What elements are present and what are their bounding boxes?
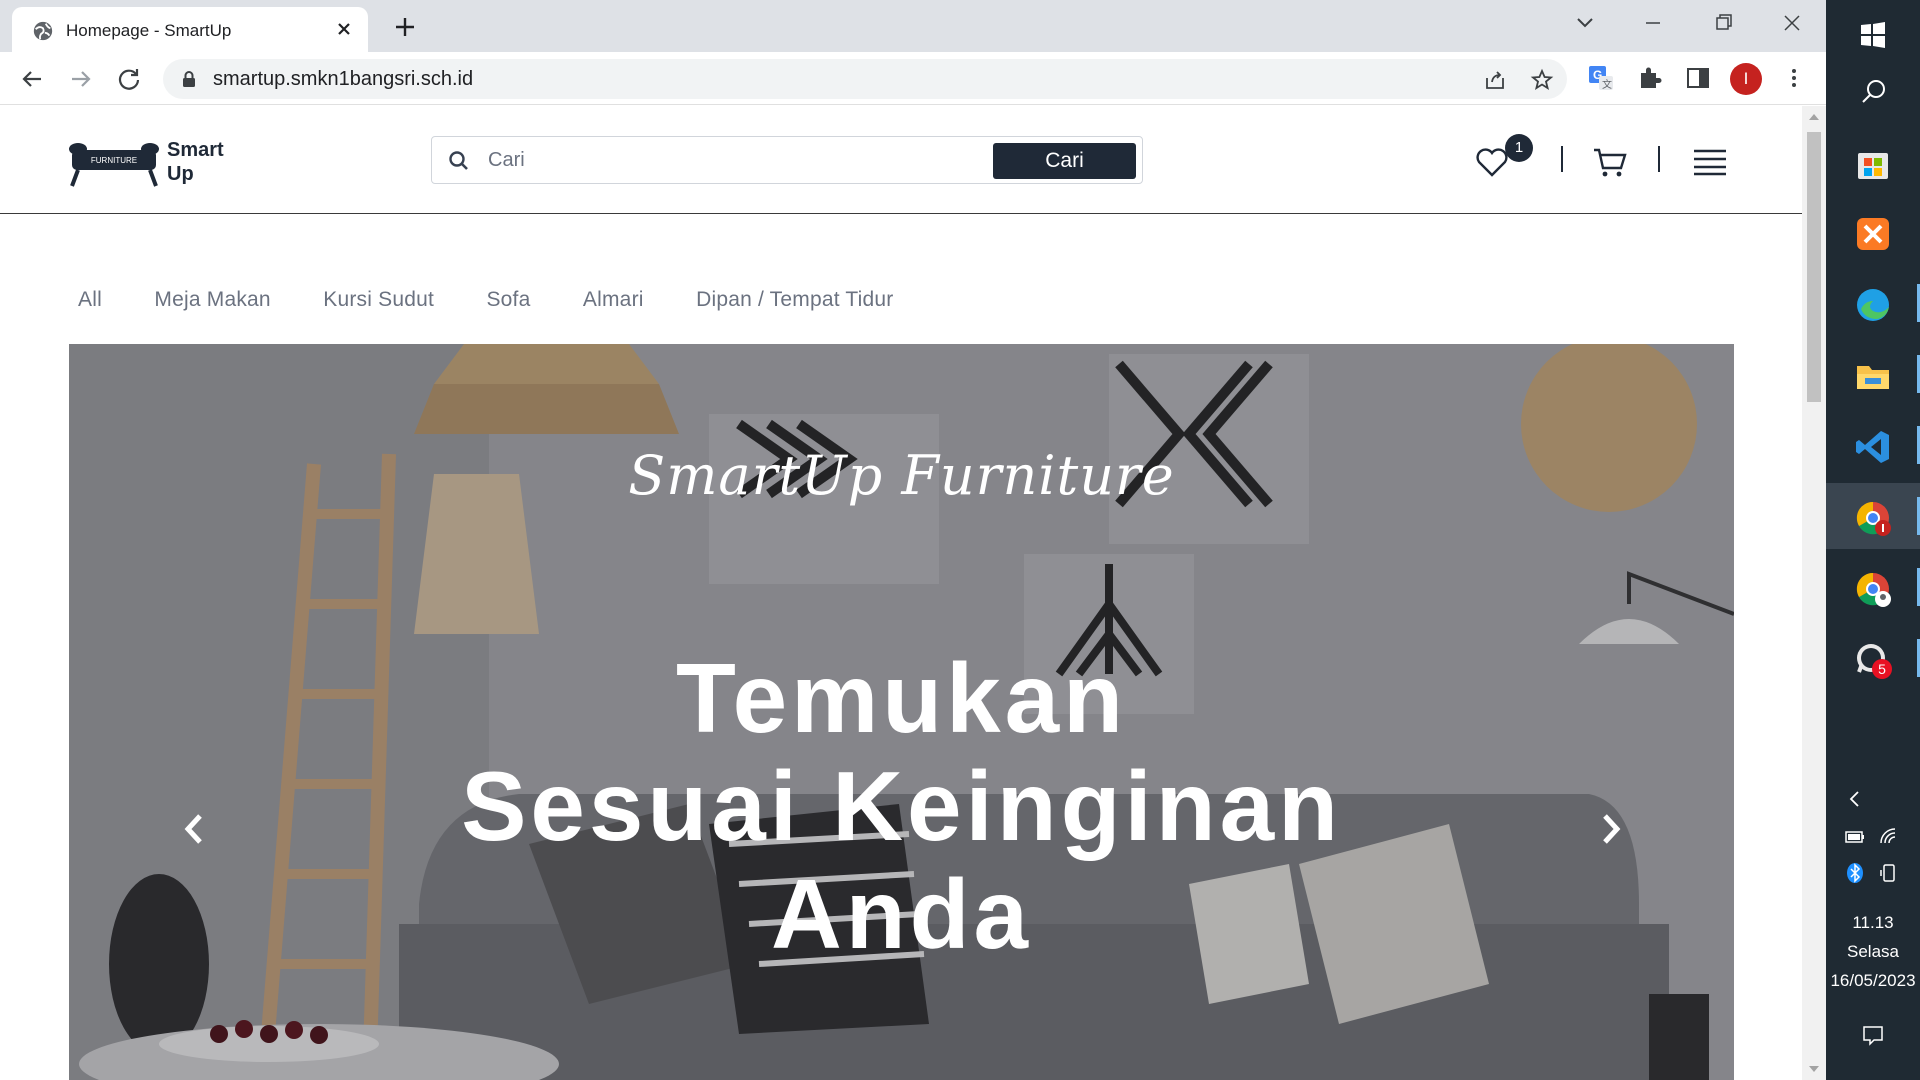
minimize-icon[interactable] bbox=[1636, 8, 1670, 38]
category-almari[interactable]: Almari bbox=[583, 288, 644, 312]
taskbar-whatsapp[interactable]: 5 bbox=[1826, 625, 1920, 691]
wifi-icon[interactable] bbox=[1878, 826, 1900, 848]
logo-badge-text: FURNITURE bbox=[91, 156, 137, 165]
clock-time: 11.13 bbox=[1852, 913, 1894, 932]
taskbar-ms-store[interactable] bbox=[1826, 128, 1920, 194]
taskbar-edge[interactable] bbox=[1826, 270, 1920, 336]
search-icon bbox=[1862, 80, 1885, 103]
header-divider bbox=[1658, 146, 1660, 172]
notification-center-icon[interactable] bbox=[1862, 1024, 1884, 1046]
bluetooth-icon[interactable] bbox=[1844, 862, 1866, 884]
hero-title: Temukan Sesuai Keinginan Anda bbox=[69, 644, 1734, 968]
site-header: FURNITURE Smart Up Cari 1 bbox=[0, 106, 1802, 214]
vscode-icon bbox=[1856, 431, 1889, 463]
furniture-logo-icon: FURNITURE bbox=[69, 143, 159, 187]
profile-avatar[interactable]: I bbox=[1730, 63, 1762, 95]
hero-carousel: SmartUp Furniture Temukan Sesuai Keingin… bbox=[69, 344, 1734, 1080]
tab-strip: Homepage - SmartUp bbox=[0, 0, 1826, 52]
taskbar-search[interactable] bbox=[1826, 57, 1920, 123]
browser-toolbar: smartup.smkn1bangsri.sch.id G文 I bbox=[0, 52, 1826, 105]
edge-icon bbox=[1857, 289, 1889, 321]
back-icon[interactable] bbox=[16, 63, 48, 95]
scrollbar-thumb[interactable] bbox=[1807, 132, 1821, 402]
restore-icon[interactable] bbox=[1706, 8, 1740, 38]
close-tab-icon[interactable] bbox=[332, 17, 356, 41]
tab-homepage[interactable]: Homepage - SmartUp bbox=[12, 7, 368, 52]
side-panel-icon[interactable] bbox=[1684, 64, 1712, 92]
address-bar[interactable]: smartup.smkn1bangsri.sch.id bbox=[163, 59, 1567, 99]
globe-icon bbox=[33, 21, 53, 41]
category-dipan[interactable]: Dipan / Tempat Tidur bbox=[696, 288, 893, 312]
hero-title-line: Anda bbox=[771, 859, 1032, 969]
url-text[interactable]: smartup.smkn1bangsri.sch.id bbox=[213, 68, 473, 91]
carousel-next-icon[interactable] bbox=[1591, 804, 1631, 854]
heart-icon bbox=[1476, 148, 1508, 177]
forward-icon[interactable] bbox=[65, 63, 97, 95]
category-all[interactable]: All bbox=[78, 288, 102, 312]
google-translate-icon[interactable]: G文 bbox=[1587, 64, 1615, 92]
scroll-up-icon[interactable] bbox=[1809, 114, 1819, 120]
wishlist-count-badge: 1 bbox=[1505, 134, 1533, 162]
taskbar-xampp[interactable] bbox=[1826, 199, 1920, 265]
hero-title-line: Temukan bbox=[676, 643, 1127, 753]
cart-icon[interactable] bbox=[1592, 146, 1628, 178]
chrome-icon bbox=[1856, 572, 1891, 607]
search-input[interactable] bbox=[488, 145, 908, 175]
whatsapp-badge: 5 bbox=[1878, 661, 1886, 677]
device-icon[interactable] bbox=[1878, 862, 1900, 884]
browser-window: Homepage - SmartUp smartup.smkn1bangsri.… bbox=[0, 0, 1826, 1080]
taskbar-chrome-profile[interactable] bbox=[1826, 554, 1920, 620]
carousel-prev-icon[interactable] bbox=[174, 804, 214, 854]
taskbar-file-explorer[interactable] bbox=[1826, 341, 1920, 407]
more-menu-icon[interactable] bbox=[1780, 64, 1808, 92]
lock-icon[interactable] bbox=[181, 70, 197, 88]
whatsapp-icon: 5 bbox=[1857, 644, 1892, 679]
folder-icon bbox=[1857, 366, 1889, 389]
show-hidden-icons-chevron[interactable] bbox=[1844, 788, 1866, 810]
taskbar-vscode[interactable] bbox=[1826, 412, 1920, 478]
battery-icon[interactable] bbox=[1844, 826, 1866, 848]
category-kursi-sudut[interactable]: Kursi Sudut bbox=[323, 288, 434, 312]
search-bar: Cari bbox=[431, 136, 1143, 184]
windows-start-icon bbox=[1861, 22, 1885, 48]
hero-kicker: SmartUp Furniture bbox=[628, 444, 1175, 507]
category-meja-makan[interactable]: Meja Makan bbox=[154, 288, 270, 312]
taskbar-chrome-active[interactable] bbox=[1826, 483, 1920, 549]
site-logo[interactable]: FURNITURE Smart Up bbox=[68, 134, 258, 190]
reload-icon[interactable] bbox=[113, 63, 145, 95]
tab-title: Homepage - SmartUp bbox=[66, 21, 232, 40]
chrome-icon bbox=[1856, 501, 1891, 536]
tab-search-chevron-icon[interactable] bbox=[1568, 8, 1602, 38]
header-divider bbox=[1561, 146, 1563, 172]
new-tab-icon[interactable] bbox=[390, 12, 420, 42]
scroll-down-icon[interactable] bbox=[1809, 1066, 1819, 1072]
share-icon[interactable] bbox=[1483, 68, 1507, 92]
system-clock[interactable]: 11.13 Selasa 16/05/2023 bbox=[1826, 908, 1920, 995]
search-button[interactable]: Cari bbox=[993, 143, 1136, 179]
logo-text: Smart Up bbox=[167, 139, 224, 185]
clock-day: Selasa bbox=[1847, 942, 1899, 961]
category-nav: All Meja Makan Kursi Sudut Sofa Almari D… bbox=[78, 288, 941, 328]
microsoft-store-icon bbox=[1858, 153, 1888, 179]
category-sofa[interactable]: Sofa bbox=[486, 288, 530, 312]
search-icon bbox=[449, 151, 468, 170]
page-scrollbar[interactable] bbox=[1802, 106, 1826, 1080]
hamburger-menu-icon[interactable] bbox=[1692, 146, 1728, 176]
wishlist-button[interactable]: 1 bbox=[1475, 134, 1535, 184]
page-viewport: FURNITURE Smart Up Cari 1 All Meja Makan… bbox=[0, 106, 1802, 1080]
extensions-puzzle-icon[interactable] bbox=[1636, 64, 1664, 92]
bookmark-star-icon[interactable] bbox=[1530, 68, 1554, 92]
hero-title-line: Sesuai Keinginan bbox=[461, 751, 1342, 861]
xampp-icon bbox=[1857, 218, 1889, 250]
close-window-icon[interactable] bbox=[1775, 8, 1809, 38]
windows-taskbar: 5 11.13 Selasa 16/05/2023 bbox=[1826, 0, 1920, 1080]
clock-date: 16/05/2023 bbox=[1830, 971, 1916, 990]
svg-text:文: 文 bbox=[1602, 78, 1612, 91]
